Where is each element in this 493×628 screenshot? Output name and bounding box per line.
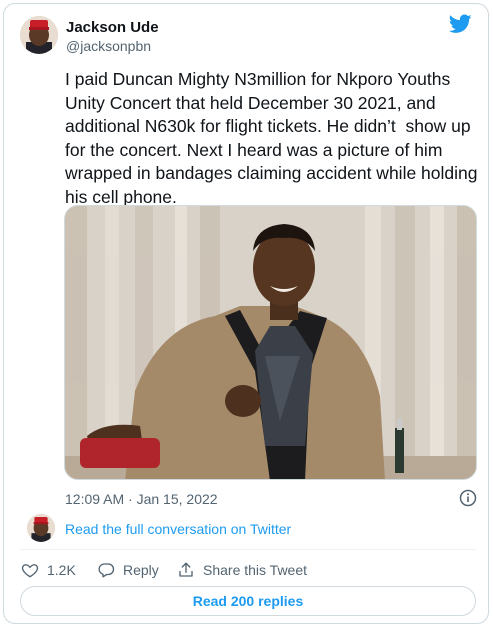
info-icon[interactable]: [459, 489, 477, 507]
heart-icon: [21, 564, 39, 578]
like-button[interactable]: 1.2K: [21, 560, 76, 580]
author-handle[interactable]: @jacksonpbn: [66, 38, 151, 54]
tweet-photo[interactable]: [64, 205, 477, 480]
read-replies-button[interactable]: Read 200 replies: [20, 586, 476, 616]
reply-label: Reply: [123, 562, 159, 578]
conversation-avatar: [27, 514, 55, 542]
tweet-card: Jackson Ude @jacksonpbn I paid Duncan Mi…: [3, 3, 489, 624]
tweet-text: I paid Duncan Mighty N3million for Nkpor…: [65, 69, 483, 207]
read-conversation-link[interactable]: Read the full conversation on Twitter: [65, 521, 291, 537]
photo-image: [65, 206, 476, 479]
reply-button[interactable]: Reply: [97, 560, 159, 580]
author-avatar[interactable]: [20, 16, 58, 54]
share-button[interactable]: Share this Tweet: [177, 560, 307, 580]
twitter-bird-icon[interactable]: [449, 14, 472, 34]
divider: [20, 549, 476, 550]
share-label: Share this Tweet: [203, 562, 308, 578]
share-icon: [179, 562, 193, 577]
like-count: 1.2K: [47, 562, 76, 578]
tweet-timestamp[interactable]: 12:09 AM · Jan 15, 2022: [65, 491, 218, 507]
author-name[interactable]: Jackson Ude: [66, 19, 159, 36]
speech-bubble-icon: [98, 563, 115, 578]
